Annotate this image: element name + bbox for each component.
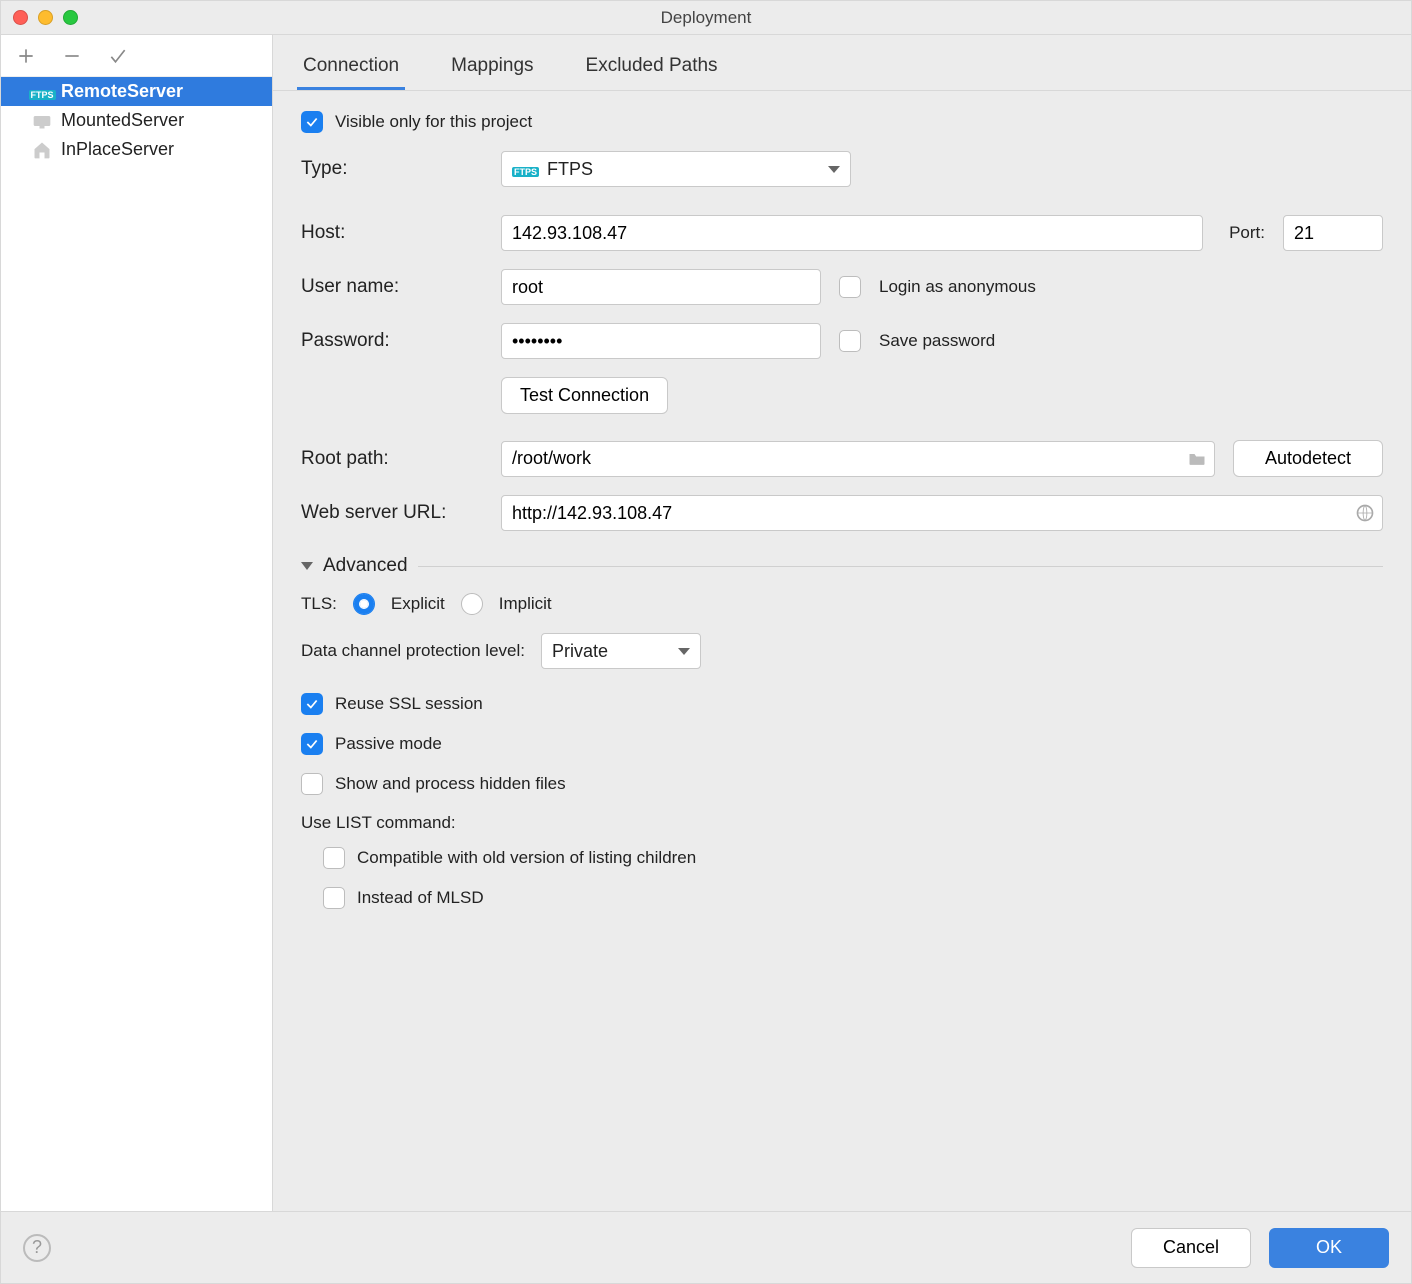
set-default-button[interactable] <box>107 45 129 67</box>
server-name: RemoteServer <box>61 81 183 102</box>
window-title: Deployment <box>1 8 1411 28</box>
type-select[interactable]: FTPS FTPS <box>501 151 851 187</box>
button-label: Autodetect <box>1265 448 1351 468</box>
tab-label: Mappings <box>451 55 533 76</box>
password-input[interactable] <box>501 323 821 359</box>
visible-only-label: Visible only for this project <box>335 112 532 132</box>
separator <box>418 566 1383 567</box>
server-item-inplaceserver[interactable]: InPlaceServer <box>1 135 272 164</box>
server-name: MountedServer <box>61 110 184 131</box>
passive-mode-checkbox[interactable] <box>301 733 323 755</box>
main-panel: Connection Mappings Excluded Paths Visib… <box>273 35 1411 1211</box>
deployment-dialog: Deployment FTPS RemoteServer <box>0 0 1412 1284</box>
server-item-mountedserver[interactable]: MountedServer <box>1 106 272 135</box>
use-list-label: Use LIST command: <box>301 813 1383 833</box>
type-label: Type: <box>301 158 501 180</box>
host-input[interactable] <box>501 215 1203 251</box>
server-name: InPlaceServer <box>61 139 174 160</box>
passive-mode-label: Passive mode <box>335 734 442 754</box>
chevron-down-icon <box>678 648 690 655</box>
list-compat-label: Compatible with old version of listing c… <box>357 848 696 868</box>
advanced-label: Advanced <box>323 555 408 577</box>
username-label: User name: <box>301 276 501 298</box>
host-label: Host: <box>301 222 501 244</box>
root-path-input[interactable] <box>501 441 1215 477</box>
button-label: OK <box>1316 1237 1342 1258</box>
open-browser-icon[interactable] <box>1355 503 1375 523</box>
tab-label: Excluded Paths <box>586 55 718 76</box>
dcpl-value: Private <box>552 641 608 662</box>
connection-form: Visible only for this project Type: FTPS… <box>273 91 1411 1211</box>
disclosure-triangle-icon[interactable] <box>301 562 313 570</box>
tls-implicit-radio[interactable] <box>461 593 483 615</box>
tls-label: TLS: <box>301 594 337 614</box>
tab-excluded-paths[interactable]: Excluded Paths <box>580 41 724 90</box>
username-input[interactable] <box>501 269 821 305</box>
mounted-icon <box>31 111 53 131</box>
server-list: FTPS RemoteServer MountedServer InPlaceS… <box>1 77 272 1211</box>
close-window-button[interactable] <box>13 10 28 25</box>
password-label: Password: <box>301 330 501 352</box>
button-label: Test Connection <box>520 385 649 405</box>
tab-connection[interactable]: Connection <box>297 41 405 90</box>
server-item-remoteserver[interactable]: FTPS RemoteServer <box>1 77 272 106</box>
hidden-files-label: Show and process hidden files <box>335 774 566 794</box>
list-compat-checkbox[interactable] <box>323 847 345 869</box>
button-label: Cancel <box>1163 1237 1219 1258</box>
sidebar-toolbar <box>1 35 272 77</box>
visible-only-checkbox[interactable] <box>301 111 323 133</box>
web-url-input[interactable] <box>501 495 1383 531</box>
server-sidebar: FTPS RemoteServer MountedServer InPlaceS… <box>1 35 273 1211</box>
tab-bar: Connection Mappings Excluded Paths <box>273 35 1411 91</box>
tls-explicit-radio[interactable] <box>353 593 375 615</box>
home-icon <box>31 140 53 160</box>
reuse-ssl-checkbox[interactable] <box>301 693 323 715</box>
tab-mappings[interactable]: Mappings <box>445 41 539 90</box>
type-value: FTPS <box>547 159 593 180</box>
dialog-footer: ? Cancel OK <box>1 1211 1411 1283</box>
minimize-window-button[interactable] <box>38 10 53 25</box>
test-connection-button[interactable]: Test Connection <box>501 377 668 414</box>
window-controls <box>1 10 78 25</box>
hidden-files-checkbox[interactable] <box>301 773 323 795</box>
ftps-icon: FTPS <box>512 167 539 177</box>
list-mlsd-checkbox[interactable] <box>323 887 345 909</box>
add-server-button[interactable] <box>15 45 37 67</box>
ftps-icon: FTPS <box>31 82 53 102</box>
login-anonymous-checkbox[interactable] <box>839 276 861 298</box>
root-path-label: Root path: <box>301 448 501 470</box>
login-anonymous-label: Login as anonymous <box>879 277 1036 297</box>
save-password-label: Save password <box>879 331 995 351</box>
reuse-ssl-label: Reuse SSL session <box>335 694 483 714</box>
dcpl-label: Data channel protection level: <box>301 641 525 661</box>
save-password-checkbox[interactable] <box>839 330 861 352</box>
titlebar: Deployment <box>1 1 1411 35</box>
port-label: Port: <box>1229 223 1265 243</box>
chevron-down-icon <box>828 166 840 173</box>
help-button[interactable]: ? <box>23 1234 51 1262</box>
remove-server-button[interactable] <box>61 45 83 67</box>
tab-label: Connection <box>303 55 399 76</box>
autodetect-button[interactable]: Autodetect <box>1233 440 1383 477</box>
tls-explicit-label: Explicit <box>391 594 445 614</box>
web-url-label: Web server URL: <box>301 502 501 524</box>
advanced-section-header: Advanced <box>301 555 1383 577</box>
tls-implicit-label: Implicit <box>499 594 552 614</box>
zoom-window-button[interactable] <box>63 10 78 25</box>
list-mlsd-label: Instead of MLSD <box>357 888 484 908</box>
port-input[interactable] <box>1283 215 1383 251</box>
dcpl-select[interactable]: Private <box>541 633 701 669</box>
cancel-button[interactable]: Cancel <box>1131 1228 1251 1268</box>
browse-folder-icon[interactable] <box>1187 449 1207 469</box>
ok-button[interactable]: OK <box>1269 1228 1389 1268</box>
